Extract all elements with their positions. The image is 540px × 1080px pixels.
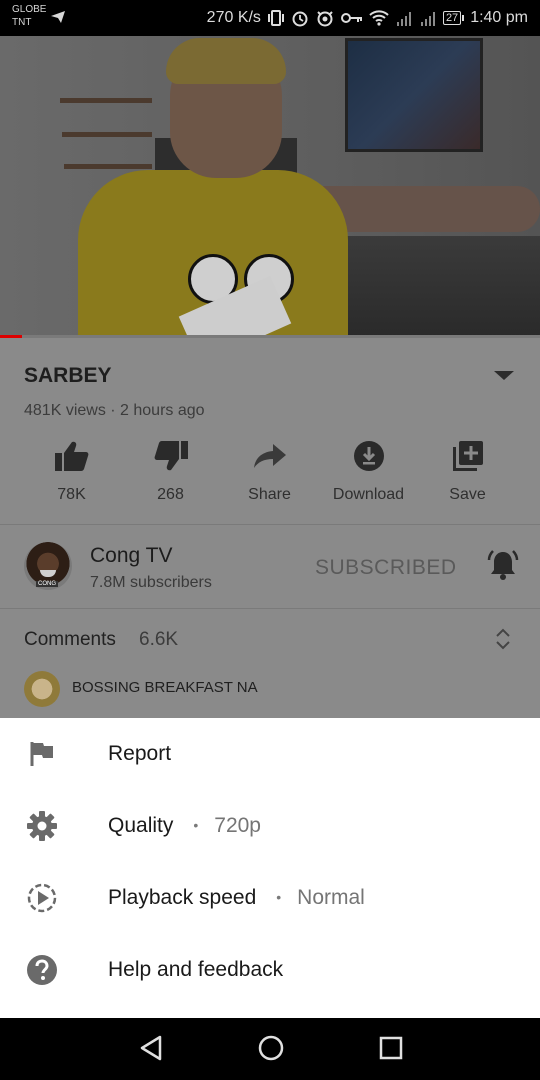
channel-avatar[interactable]: CONG [24, 542, 72, 590]
expand-description-icon[interactable] [494, 371, 514, 380]
menu-item-report[interactable]: Report [0, 718, 540, 790]
help-icon [27, 955, 57, 985]
channel-name[interactable]: Cong TV [90, 544, 173, 568]
comments-count: 6.6K [139, 629, 179, 650]
status-bar: GLOBE TNT 270 K/s 27 1:40 pm [0, 0, 540, 36]
report-label: Report [108, 742, 172, 765]
gear-icon [27, 811, 57, 841]
action-bar: 78K 268 Share Download Save [22, 438, 518, 508]
subscribed-button[interactable]: SUBSCRIBED [315, 556, 457, 580]
save-label: Save [449, 486, 486, 503]
like-count: 78K [57, 486, 86, 503]
dislike-button[interactable]: 268 [121, 438, 220, 508]
video-frame-shelf [62, 132, 152, 137]
like-button[interactable]: 78K [22, 438, 121, 508]
wifi-icon [369, 10, 389, 26]
battery-icon: 27 [442, 11, 465, 25]
menu-item-help[interactable]: Help and feedback [0, 934, 540, 1006]
carrier-line-2: TNT [12, 17, 32, 28]
back-icon[interactable] [138, 1034, 164, 1062]
vibrate-icon [267, 10, 284, 26]
carrier-line-1: GLOBE [12, 4, 47, 15]
menu-item-playback-speed[interactable]: Playback speed • Normal [0, 862, 540, 934]
dislike-count: 268 [157, 486, 184, 503]
video-frame-shelf [64, 164, 152, 169]
alarm-icon [292, 11, 308, 27]
playback-speed-row-text: Playback speed • Normal [108, 886, 365, 910]
quality-value: 720p [214, 814, 261, 837]
overflow-menu-sheet: Report Quality • 720p Playback speed • N… [0, 718, 540, 1018]
telegram-icon [51, 11, 65, 23]
signal-icon-1 [396, 12, 411, 26]
playback-speed-label: Playback speed [108, 886, 257, 909]
playback-speed-icon [27, 883, 57, 913]
video-frame-shelf [60, 98, 152, 103]
download-icon [353, 441, 384, 471]
expand-comments-icon[interactable] [495, 627, 511, 651]
status-icons: 270 K/s 27 1:40 pm [207, 7, 528, 29]
menu-item-quality[interactable]: Quality • 720p [0, 790, 540, 862]
screen: GLOBE TNT 270 K/s 27 1:40 pm SARBEY 481K… [0, 0, 540, 1080]
navigation-bar [0, 1018, 540, 1080]
help-label: Help and feedback [108, 958, 284, 981]
download-button[interactable]: Download [319, 438, 418, 508]
quality-row-text: Quality • 720p [108, 814, 261, 838]
download-label: Download [332, 486, 405, 503]
quality-separator: • [193, 817, 199, 833]
thumbs-down-icon [154, 441, 188, 471]
signal-icon-2 [420, 12, 435, 26]
save-button[interactable]: Save [418, 438, 517, 508]
comments-label: Comments [24, 629, 116, 650]
share-icon [253, 444, 286, 468]
commenter-avatar [24, 671, 60, 707]
playback-speed-value: Normal [297, 886, 365, 909]
share-button[interactable]: Share [220, 438, 319, 508]
recents-icon[interactable] [378, 1034, 404, 1062]
carrier-label: GLOBE TNT [12, 3, 46, 29]
video-details: SARBEY 481K views · 2 hours ago 78K 268 … [0, 338, 540, 718]
clock: 1:40 pm [470, 9, 528, 26]
video-frame-hair [166, 38, 286, 84]
home-icon[interactable] [257, 1034, 285, 1062]
top-comment-text: BOSSING BREAKFAST NA [72, 679, 258, 696]
flag-icon [30, 742, 53, 766]
video-frame-painting [345, 38, 483, 152]
notification-bell-icon[interactable] [486, 550, 520, 582]
comments-section[interactable]: Comments 6.6K BOSSING BREAKFAST NA [0, 609, 540, 718]
vpn-key-icon [340, 13, 362, 23]
subscriber-count: 7.8M subscribers [90, 574, 212, 591]
playback-speed-separator: • [276, 889, 282, 905]
quality-label: Quality [108, 814, 174, 837]
add-to-playlist-icon [452, 441, 483, 471]
video-meta: 481K views · 2 hours ago [24, 402, 205, 419]
battery-level: 27 [442, 11, 462, 25]
video-title[interactable]: SARBEY [24, 364, 112, 388]
video-player[interactable] [0, 36, 540, 338]
eye-comfort-icon [317, 11, 333, 27]
net-speed: 270 K/s [206, 9, 261, 26]
share-label: Share [248, 486, 291, 503]
channel-row[interactable]: CONG Cong TV 7.8M subscribers SUBSCRIBED [0, 524, 540, 608]
thumbs-up-icon [54, 441, 88, 471]
